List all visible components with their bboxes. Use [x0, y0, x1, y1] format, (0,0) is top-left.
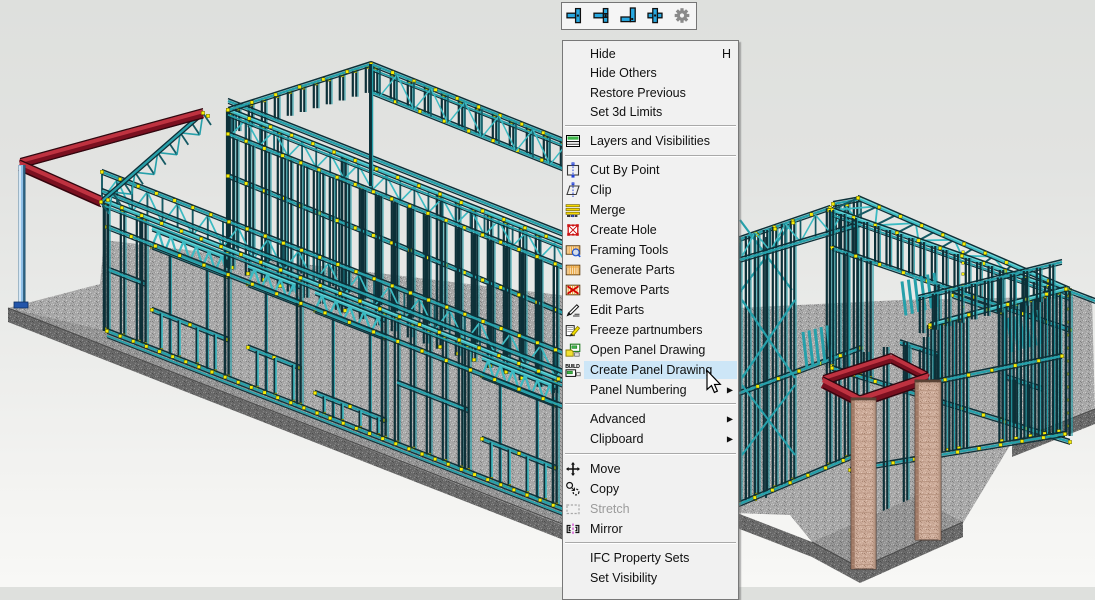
- svg-text:BUILD: BUILD: [565, 364, 580, 370]
